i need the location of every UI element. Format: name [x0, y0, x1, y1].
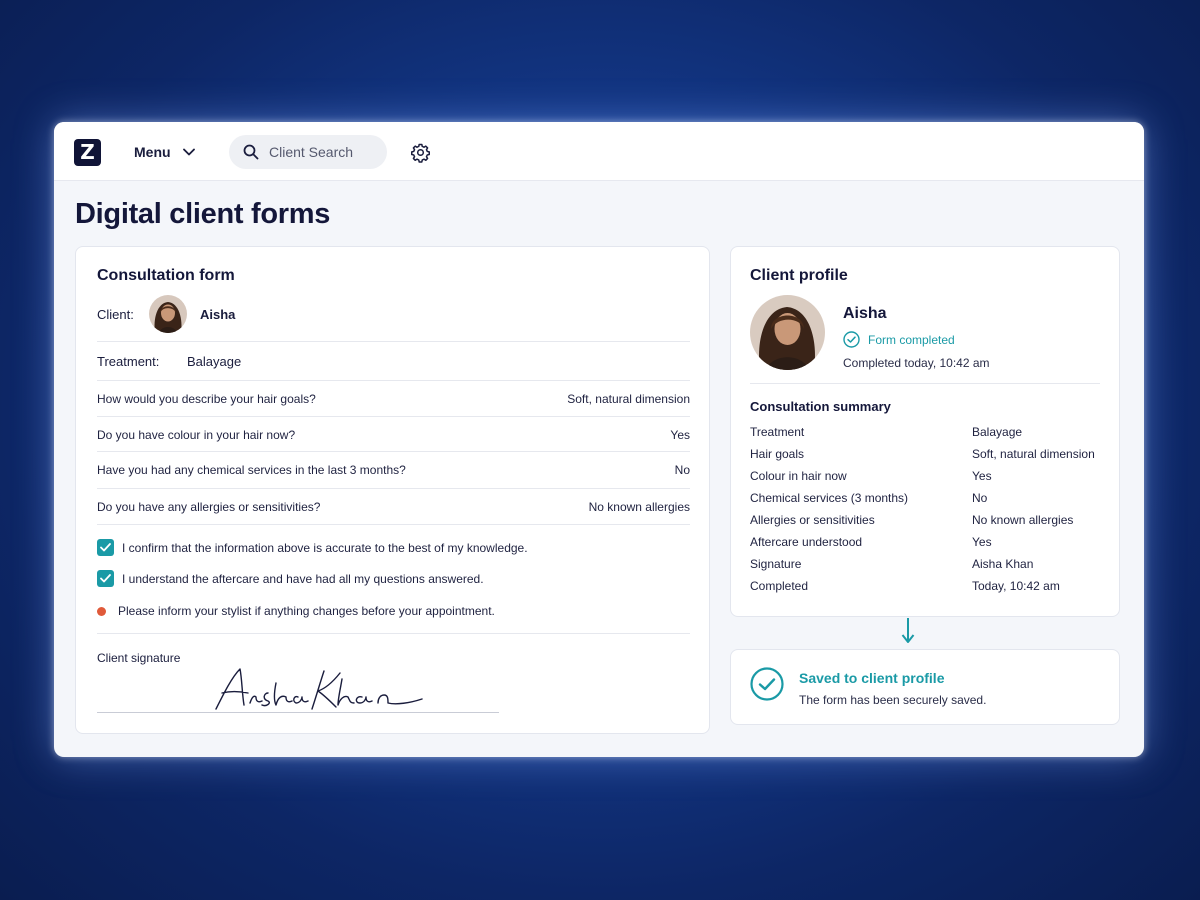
note-text: Please inform your stylist if anything c… — [118, 604, 495, 618]
confirmation-checkbox-row[interactable]: I confirm that the information above is … — [97, 539, 528, 556]
question-text: Do you have colour in your hair now? — [97, 427, 296, 442]
consultation-summary-title: Consultation summary — [750, 399, 891, 414]
checkbox-checked[interactable] — [97, 539, 114, 556]
summary-key: Treatment — [750, 425, 805, 439]
answer-text: No known allergies — [588, 499, 690, 514]
check-circle-icon — [750, 667, 784, 701]
consultation-form-card: Consultation form Client: Aisha Treatmen… — [75, 246, 710, 734]
answer-text: Yes — [670, 427, 690, 442]
summary-row: Colour in hair now Yes — [750, 469, 1100, 483]
summary-row: Chemical services (3 months) No — [750, 491, 1100, 505]
stylist-note: Please inform your stylist if anything c… — [97, 604, 495, 618]
chevron-down-icon — [182, 148, 195, 156]
checkmark-icon — [100, 574, 111, 583]
summary-value: Today, 10:42 am — [972, 579, 1060, 593]
divider — [97, 341, 690, 342]
alert-dot-icon — [97, 606, 106, 616]
summary-key: Signature — [750, 557, 802, 571]
answer-text: No — [674, 462, 690, 477]
top-bar: Z Menu — [54, 122, 1144, 181]
app-logo[interactable]: Z — [74, 139, 101, 166]
search-icon — [243, 144, 259, 160]
answer-text: Soft, natural dimension — [567, 391, 690, 406]
divider — [97, 633, 690, 634]
client-label: Client: — [97, 306, 134, 322]
client-profile-card: Client profile Aisha Form completed Comp… — [730, 246, 1120, 617]
menu-button[interactable]: Menu — [134, 140, 195, 164]
checkmark-icon — [100, 543, 111, 552]
saved-confirmation-card: Saved to client profile The form has bee… — [730, 649, 1120, 725]
client-signature — [215, 668, 423, 710]
question-text: Have you had any chemical services in th… — [97, 462, 406, 477]
summary-key: Allergies or sensitivities — [750, 513, 875, 527]
aftercare-checkbox-row[interactable]: I understand the aftercare and have had … — [97, 570, 484, 587]
summary-row: Treatment Balayage — [750, 425, 1100, 439]
summary-row: Allergies or sensitivities No known alle… — [750, 513, 1100, 527]
treatment-label: Treatment: — [97, 354, 160, 369]
treatment-value: Balayage — [187, 354, 242, 369]
summary-row: Completed Today, 10:42 am — [750, 579, 1100, 593]
consultation-form-title: Consultation form — [97, 267, 235, 284]
client-name: Aisha — [200, 306, 236, 322]
search-input[interactable] — [269, 144, 379, 160]
summary-row: Hair goals Soft, natural dimension — [750, 447, 1100, 461]
saved-title: Saved to client profile — [799, 670, 945, 686]
client-search[interactable] — [229, 135, 387, 169]
page-title: Digital client forms — [75, 198, 331, 230]
client-row: Client: Aisha — [97, 295, 235, 333]
question-row: Do you have colour in your hair now? Yes — [97, 417, 690, 452]
summary-value: Balayage — [972, 425, 1023, 439]
summary-key: Hair goals — [750, 447, 805, 461]
question-text: How would you describe your hair goals? — [97, 391, 316, 406]
summary-row: Aftercare understood Yes — [750, 535, 1100, 549]
question-row: Have you had any chemical services in th… — [97, 452, 690, 487]
completed-time: Completed today, 10:42 am — [843, 356, 990, 370]
checkbox-checked[interactable] — [97, 570, 114, 587]
client-profile-title: Client profile — [750, 267, 848, 284]
profile-name: Aisha — [843, 305, 887, 322]
summary-key: Aftercare understood — [750, 535, 863, 549]
divider — [97, 524, 690, 525]
avatar — [750, 295, 825, 370]
summary-value: Aisha Khan — [972, 557, 1034, 571]
summary-value: No known allergies — [972, 513, 1074, 527]
summary-value: Soft, natural dimension — [972, 447, 1095, 461]
saved-subtitle: The form has been securely saved. — [799, 693, 987, 707]
app-window: Z Menu Digital client forms Consultation… — [54, 122, 1144, 757]
summary-value: Yes — [972, 535, 992, 549]
gear-icon[interactable] — [410, 142, 431, 163]
checkbox-label: I confirm that the information above is … — [122, 540, 528, 555]
summary-value: Yes — [972, 469, 992, 483]
arrow-down-icon — [901, 618, 915, 643]
signature-label: Client signature — [97, 651, 181, 665]
summary-key: Colour in hair now — [750, 469, 847, 483]
signature-line — [97, 712, 499, 713]
avatar — [149, 295, 187, 333]
checkbox-label: I understand the aftercare and have had … — [122, 571, 484, 586]
divider — [750, 383, 1100, 384]
form-status-label: Form completed — [868, 332, 955, 347]
question-row: Do you have any allergies or sensitiviti… — [97, 489, 690, 524]
question-text: Do you have any allergies or sensitiviti… — [97, 499, 321, 514]
check-circle-icon — [843, 331, 860, 348]
form-status: Form completed — [843, 331, 955, 348]
summary-key: Chemical services (3 months) — [750, 491, 909, 505]
menu-label: Menu — [134, 144, 171, 160]
summary-row: Signature Aisha Khan — [750, 557, 1100, 571]
summary-value: No — [972, 491, 988, 505]
summary-key: Completed — [750, 579, 809, 593]
question-row: How would you describe your hair goals? … — [97, 381, 690, 416]
